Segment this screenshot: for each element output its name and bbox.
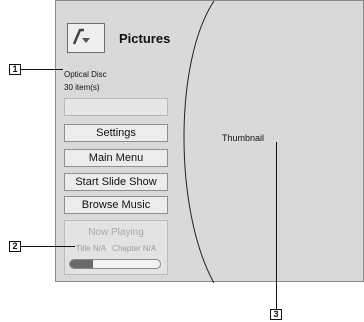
callout-1: 1 <box>9 64 21 75</box>
playback-progress-fill <box>70 260 93 268</box>
source-name: Optical Disc <box>64 70 107 79</box>
callout-3: 3 <box>270 309 282 320</box>
page-title: Pictures <box>119 31 171 46</box>
title-info: Title N/A <box>75 244 107 253</box>
callout-2: 2 <box>9 241 21 252</box>
settings-button[interactable]: Settings <box>64 124 168 142</box>
now-playing-info: Title N/A Chapter N/A <box>65 244 167 253</box>
empty-slot <box>64 98 168 116</box>
now-playing-panel: Now Playing Title N/A Chapter N/A <box>64 220 168 275</box>
chapter-info: Chapter N/A <box>112 244 157 253</box>
callout-2-leader <box>21 246 75 247</box>
picture-folder-icon <box>67 23 105 53</box>
thumbnail-label: Thumbnail <box>222 133 265 143</box>
item-count: 30 item(s) <box>64 83 100 92</box>
now-playing-title: Now Playing <box>88 227 144 238</box>
pictures-screen: Pictures Optical Disc 30 item(s) Setting… <box>55 0 364 283</box>
callout-3-leader <box>276 142 277 310</box>
callout-1-leader <box>21 69 63 70</box>
start-slide-show-button[interactable]: Start Slide Show <box>64 173 168 191</box>
browse-music-button[interactable]: Browse Music <box>64 196 168 214</box>
main-menu-button[interactable]: Main Menu <box>64 149 168 167</box>
playback-progress-bar <box>69 259 161 269</box>
